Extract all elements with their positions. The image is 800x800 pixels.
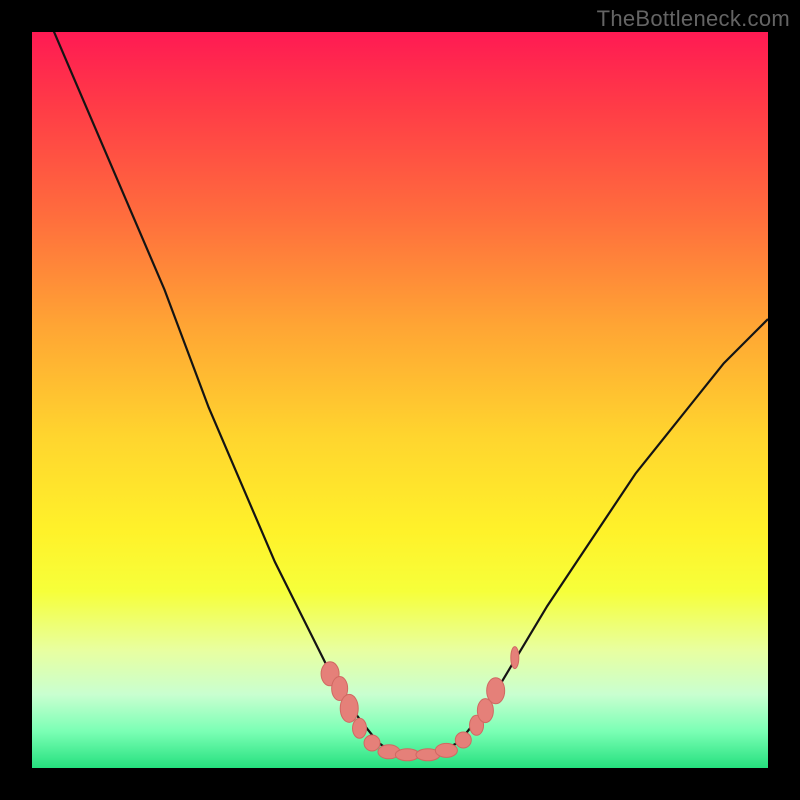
curve-marker: [487, 678, 505, 704]
plot-area: [32, 32, 768, 768]
bottleneck-curve: [32, 32, 768, 768]
watermark-text: TheBottleneck.com: [597, 6, 790, 32]
chart-frame: TheBottleneck.com: [0, 0, 800, 800]
curve-marker: [435, 743, 457, 757]
curve-marker: [455, 732, 471, 748]
curve-marker: [353, 718, 367, 738]
curve-marker: [364, 735, 380, 751]
curve-marker: [340, 694, 358, 722]
curve-marker: [511, 647, 519, 669]
curve-path: [32, 32, 768, 756]
marker-layer: [321, 647, 519, 761]
